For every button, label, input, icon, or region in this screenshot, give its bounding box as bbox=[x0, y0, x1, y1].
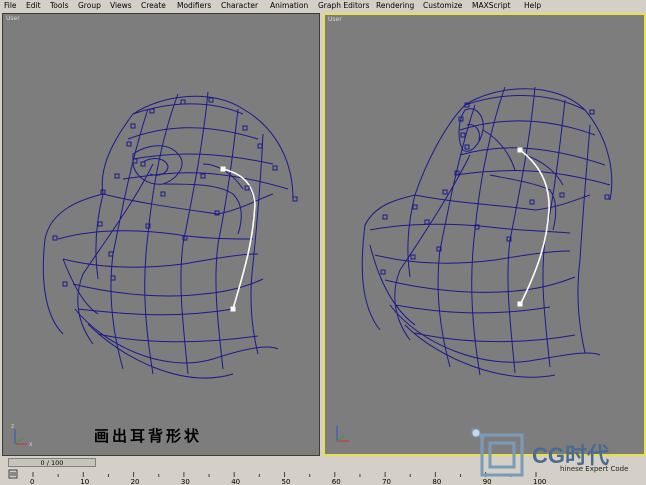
timeline-tick-label: 50 bbox=[282, 478, 291, 485]
caption-text: 画出耳背形状 bbox=[94, 427, 203, 445]
menu-tools[interactable]: Tools bbox=[46, 0, 74, 12]
timeline-tick-label: 10 bbox=[80, 478, 89, 485]
menu-maxscript[interactable]: MAXScript bbox=[468, 0, 520, 12]
timeline-tick-label: 20 bbox=[131, 478, 140, 485]
axis-tripod-left-icon: z x bbox=[11, 423, 33, 448]
menu-edit[interactable]: Edit bbox=[22, 0, 46, 12]
timeline-tick-label: 40 bbox=[231, 478, 240, 485]
menu-character[interactable]: Character bbox=[217, 0, 266, 12]
menu-group[interactable]: Group bbox=[74, 0, 106, 12]
current-frame: 0 bbox=[40, 459, 45, 467]
menu-customize[interactable]: Customize bbox=[419, 0, 468, 12]
svg-text:z: z bbox=[11, 423, 14, 430]
logo-subtext: hinese Expert Code bbox=[560, 465, 629, 473]
spline-mesh-left[interactable]: z x bbox=[3, 14, 319, 455]
timeline-tick-label: 60 bbox=[332, 478, 341, 485]
viewport-left[interactable]: User z x bbox=[2, 13, 320, 456]
timeline-tick-label: 30 bbox=[181, 478, 190, 485]
menu-file[interactable]: File bbox=[0, 0, 22, 12]
cgtimes-logo-icon: CG时代 bbox=[471, 427, 609, 477]
menu-create[interactable]: Create bbox=[137, 0, 173, 12]
svg-text:x: x bbox=[29, 441, 33, 448]
timeline-tick-label: 80 bbox=[432, 478, 441, 485]
axis-tripod-right-icon bbox=[336, 426, 349, 442]
menu-modifiers[interactable]: Modifiers bbox=[173, 0, 217, 12]
timeline-tick-label: 0 bbox=[30, 478, 34, 485]
time-slider[interactable]: 0 / 100 bbox=[8, 458, 96, 467]
menu-animation[interactable]: Animation bbox=[266, 0, 314, 12]
menu-help[interactable]: Help bbox=[520, 0, 546, 12]
menu-views[interactable]: Views bbox=[106, 0, 137, 12]
total-frames: 100 bbox=[51, 459, 64, 467]
viewport-right[interactable]: User bbox=[323, 13, 646, 456]
frame-separator: / bbox=[46, 459, 49, 467]
timeline-tick-label: 70 bbox=[382, 478, 391, 485]
menu-rendering[interactable]: Rendering bbox=[372, 0, 419, 12]
spline-mesh-right[interactable] bbox=[325, 15, 644, 454]
menu-graph-editors[interactable]: Graph Editors bbox=[314, 0, 372, 12]
menu-bar: File Edit Tools Group Views Create Modifiers Ch… bbox=[0, 0, 646, 12]
